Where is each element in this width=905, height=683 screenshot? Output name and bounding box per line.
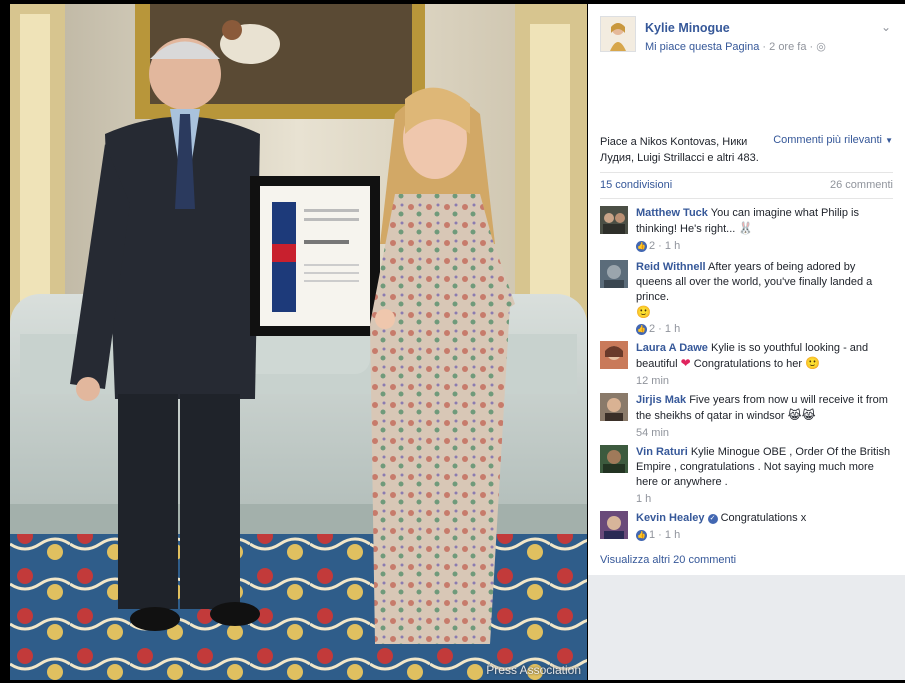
comment-body: Vin Raturi Kylie Minogue OBE , Order Of … <box>636 445 892 507</box>
like-icon: 👍 <box>636 324 647 335</box>
comment-time[interactable]: 1 h <box>665 528 680 543</box>
caret-down-icon: ▼ <box>885 136 893 145</box>
commenter-avatar[interactable] <box>600 206 628 234</box>
like-icon: 👍 <box>636 241 647 252</box>
comment-body: Laura A Dawe Kylie is so youthful lookin… <box>636 341 892 389</box>
page-avatar-image <box>601 17 635 51</box>
comment-time[interactable]: 1 h <box>665 322 680 337</box>
comment-time[interactable]: 12 min <box>636 374 669 389</box>
likes-summary[interactable]: Piace a Nikos Kontovas, Ники Лудия, Luig… <box>600 134 770 166</box>
commenter-avatar[interactable] <box>600 445 628 473</box>
comment-order-label: Commenti più rilevanti <box>773 134 883 146</box>
comment-author[interactable]: Jirjis Mak <box>636 394 686 406</box>
comment-author[interactable]: Kevin Healey <box>636 512 704 524</box>
chevron-down-icon[interactable]: ⌄ <box>881 20 891 34</box>
like-page-link[interactable]: Mi piace questa Pagina <box>645 41 759 53</box>
shares-link[interactable]: 15 condivisioni <box>600 179 672 191</box>
comment-order-dropdown[interactable]: Commenti più rilevanti ▼ <box>773 134 893 146</box>
comment-author[interactable]: Laura A Dawe <box>636 342 708 354</box>
comment-body: Jirjis Mak Five years from now u will re… <box>636 393 892 441</box>
comment-body: Reid Withnell After years of being adore… <box>636 260 892 337</box>
comment-time[interactable]: 54 min <box>636 426 669 441</box>
globe-icon: ◎ <box>816 41 826 53</box>
photo-credit: Press Association <box>486 663 581 677</box>
meta-separator: · <box>759 41 770 53</box>
verified-badge-icon: ✓ <box>707 514 718 524</box>
divider <box>600 172 893 173</box>
comment-author[interactable]: Matthew Tuck <box>636 207 708 219</box>
page-avatar[interactable] <box>600 16 636 52</box>
post-sidebar: Kylie Minogue Mi piace questa Pagina · 2… <box>588 4 905 680</box>
heart-icon: ❤ <box>680 356 691 370</box>
comment-text-2: Congratulations to her <box>693 358 803 370</box>
commenter-avatar[interactable] <box>600 341 628 369</box>
post-header: Kylie Minogue Mi piace questa Pagina · 2… <box>600 16 895 56</box>
cat-laugh-emoji-icon: 😹😹 <box>787 408 816 422</box>
comment-meta: 12 min <box>636 374 892 389</box>
commenter-avatar[interactable] <box>600 260 628 288</box>
comment-body: Kevin Healey ✓ Congratulations x 👍 1 · 1… <box>636 511 892 543</box>
comment-text: Congratulations x <box>720 512 807 524</box>
divider <box>600 198 893 199</box>
comment-meta: 54 min <box>636 426 892 441</box>
rabbit-emoji-icon: 🐰 <box>738 221 754 235</box>
smile-emoji-icon: 🙂 <box>805 356 821 370</box>
like-icon: 👍 <box>636 530 647 541</box>
comment-time[interactable]: 1 h <box>665 239 680 254</box>
comment-meta: 1 h <box>636 492 892 507</box>
comment-like-count[interactable]: 2 <box>649 239 655 254</box>
comment-time[interactable]: 1 h <box>636 492 651 507</box>
post-photo[interactable]: Press Association <box>10 4 587 680</box>
post-meta: Mi piace questa Pagina · 2 ore fa · ◎ <box>645 40 826 53</box>
comment-author[interactable]: Reid Withnell <box>636 261 706 273</box>
page-name-link[interactable]: Kylie Minogue <box>645 21 730 35</box>
comments-count-link[interactable]: 26 commenti <box>830 179 893 191</box>
comment-body: Matthew Tuck You can imagine what Philip… <box>636 206 892 254</box>
comment-like-count[interactable]: 2 <box>649 322 655 337</box>
comment-meta: 👍 1 · 1 h <box>636 528 681 543</box>
post-card: Kylie Minogue Mi piace questa Pagina · 2… <box>588 4 905 575</box>
smile-emoji-icon: 🙂 <box>636 305 651 319</box>
view-more-comments-link[interactable]: Visualizza altri 20 commenti <box>600 554 736 566</box>
post-time[interactable]: 2 ore fa <box>769 41 806 53</box>
photo-illustration <box>10 4 587 680</box>
comment-author[interactable]: Vin Raturi <box>636 446 688 458</box>
commenter-avatar[interactable] <box>600 393 628 421</box>
meta-separator-2: · <box>806 41 817 53</box>
comment-meta: 👍 2 · 1 h <box>636 239 681 254</box>
comment-like-count[interactable]: 1 <box>649 528 655 543</box>
commenter-avatar[interactable] <box>600 511 628 539</box>
comment-meta: 👍 2 · 1 h <box>636 322 681 337</box>
